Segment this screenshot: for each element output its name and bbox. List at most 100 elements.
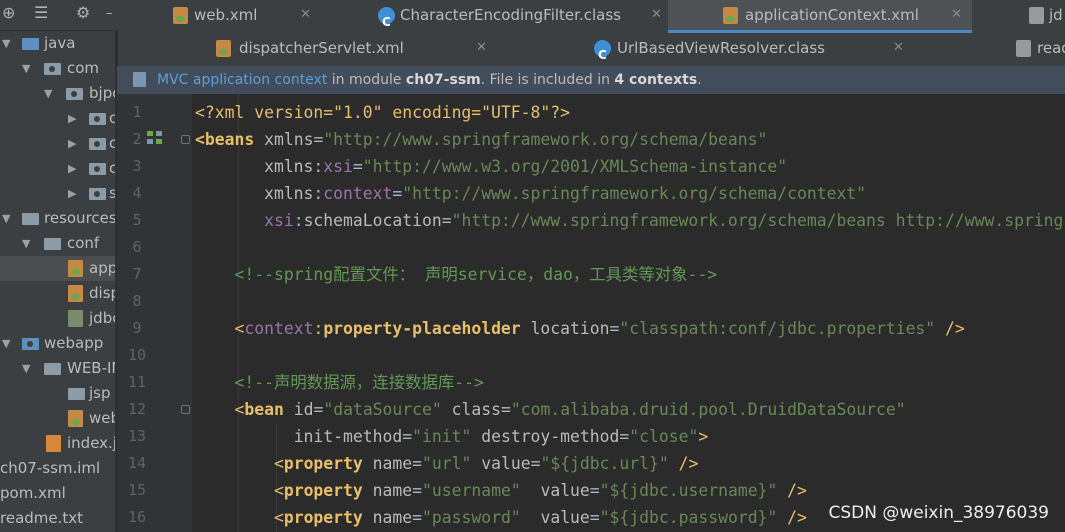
hide-icon[interactable]: – — [106, 6, 113, 21]
close-icon[interactable]: ✕ — [893, 33, 904, 63]
collapse-arrow-icon[interactable]: ▶ — [68, 106, 76, 131]
tree-label: conf — [67, 234, 100, 252]
tree-item-conf[interactable]: ▼ conf — [0, 231, 115, 256]
collapse-arrow-icon[interactable]: ▶ — [68, 131, 76, 156]
tree-label: ch07-ssm.iml — [0, 459, 101, 477]
banner-text: . File is included in — [480, 72, 615, 88]
web-folder-icon — [22, 338, 39, 350]
xml-namespace: context — [323, 184, 393, 203]
tree-item-jdbc[interactable]: jdbc — [0, 306, 115, 331]
close-icon[interactable]: ✕ — [300, 0, 311, 30]
xml-comment: <!--声明数据源，连接数据库--> — [234, 373, 484, 392]
tree-item-web[interactable]: web — [0, 406, 115, 431]
code-line-7: <!--spring配置文件： 声明service，dao，工具类等对象--> — [195, 261, 717, 288]
tree-item-package[interactable]: ▶ c — [0, 106, 115, 131]
xml-tag-end: /> — [777, 508, 807, 527]
tree-label: com — [67, 59, 100, 77]
tree-item-readme[interactable]: readme.txt — [0, 506, 115, 531]
xml-value: "http://www.w3.org/2001/XMLSchema-instan… — [362, 157, 788, 176]
xml-attr: name — [372, 481, 413, 500]
tree-item-pom[interactable]: pom.xml — [0, 481, 115, 506]
tree-item-jsp[interactable]: jsp — [0, 381, 115, 406]
line-number: 13 — [127, 427, 147, 445]
code-line-5: xsi:schemaLocation="http://www.springfra… — [264, 211, 1064, 230]
tab-characterencodingfilter[interactable]: CharacterEncodingFilter.class ✕ — [373, 0, 663, 37]
expand-arrow-icon[interactable]: ▼ — [22, 56, 30, 81]
tree-item-index[interactable]: index.js — [0, 431, 115, 456]
collapse-icon[interactable]: ☰ — [34, 3, 48, 22]
xml-attr: value — [540, 508, 590, 527]
file-icon — [1029, 7, 1044, 24]
fold-icon[interactable] — [181, 135, 190, 144]
collapse-arrow-icon[interactable]: ▶ — [68, 156, 76, 181]
expand-arrow-icon[interactable]: ▼ — [22, 356, 30, 381]
expand-arrow-icon[interactable]: ▼ — [44, 81, 52, 106]
tree-item-webapp[interactable]: ▼ webapp — [0, 331, 115, 356]
folder-icon — [44, 363, 61, 375]
line-number: 14 — [127, 454, 147, 472]
line-number: 12 — [127, 400, 147, 418]
tree-label: jsp — [89, 384, 111, 402]
package-icon — [89, 138, 106, 150]
line-number: 15 — [127, 481, 147, 499]
xml-value: "username" — [422, 481, 521, 500]
code-editor[interactable]: <?xml version="1.0" encoding="UTF-8"?> <… — [192, 94, 1065, 532]
gear-icon[interactable]: ⚙ — [76, 3, 90, 22]
properties-file-icon — [68, 310, 83, 327]
package-icon — [44, 63, 61, 75]
tree-item-app[interactable]: app — [0, 256, 115, 281]
tree-item-bjpo[interactable]: ▼ bjpo — [0, 81, 115, 106]
close-icon[interactable]: ✕ — [476, 33, 487, 63]
xml-file-icon — [173, 7, 188, 24]
tree-item-com[interactable]: ▼ com — [0, 56, 115, 81]
target-icon[interactable]: ⊕ — [2, 3, 15, 22]
tree-item-web-inf[interactable]: ▼ WEB-IN — [0, 356, 115, 381]
xml-file-icon — [68, 260, 83, 277]
spring-context-icon — [133, 72, 146, 87]
folder-icon — [44, 238, 61, 250]
tree-item-package[interactable]: ▶ c — [0, 156, 115, 181]
line-number: 5 — [132, 211, 142, 229]
close-icon[interactable]: ✕ — [651, 0, 662, 30]
fold-icon[interactable] — [181, 405, 190, 414]
tab-label: applicationContext.xml — [745, 6, 919, 24]
csdn-watermark: CSDN @weixin_38976039 — [828, 503, 1049, 523]
close-icon[interactable]: ✕ — [951, 0, 962, 30]
xml-tag-end: > — [698, 427, 709, 446]
tree-item-package[interactable]: ▶ c — [0, 131, 115, 156]
context-banner: MVC application context in module ch07-s… — [117, 66, 1065, 94]
code-line-2: <beans xmlns="http://www.springframework… — [195, 130, 768, 149]
xml-value: "http://www.springframework.org/schema/c… — [402, 184, 867, 203]
xml-value: "url" — [422, 454, 472, 473]
source-folder-icon — [22, 38, 39, 50]
expand-arrow-icon[interactable]: ▼ — [2, 31, 10, 56]
spring-bean-gutter-icon[interactable] — [147, 131, 165, 147]
tab-jd[interactable]: jd — [1023, 0, 1065, 33]
tree-item-resources[interactable]: ▼ resources — [0, 206, 115, 231]
tree-label: resources — [44, 209, 116, 227]
collapse-arrow-icon[interactable]: ▶ — [68, 181, 76, 206]
tab-readme[interactable]: read — [1016, 33, 1065, 66]
context-link[interactable]: MVC application context — [157, 72, 327, 88]
xml-attr: xmlns — [264, 184, 314, 203]
tab-dispatcherservlet[interactable]: dispatcherServlet.xml ✕ — [118, 33, 493, 66]
expand-arrow-icon[interactable]: ▼ — [2, 206, 10, 231]
line-number: 1 — [132, 103, 142, 121]
tree-item-iml[interactable]: ch07-ssm.iml — [0, 456, 115, 481]
tree-item-package[interactable]: ▶ s — [0, 181, 115, 206]
line-number: 3 — [132, 157, 142, 175]
expand-arrow-icon[interactable]: ▼ — [2, 331, 10, 356]
class-icon — [378, 7, 395, 37]
xml-file-icon — [723, 7, 738, 24]
tree-item-java[interactable]: ▼ java — [0, 31, 115, 56]
folder-icon — [68, 388, 85, 400]
tab-applicationcontext[interactable]: applicationContext.xml ✕ — [668, 0, 972, 33]
tree-item-disp[interactable]: disp — [0, 281, 115, 306]
expand-arrow-icon[interactable]: ▼ — [22, 231, 30, 256]
xml-tag: property — [283, 454, 363, 473]
tab-web-xml[interactable]: web.xml ✕ — [118, 0, 328, 33]
tab-urlbasedviewresolver[interactable]: UrlBasedViewResolver.class ✕ — [496, 33, 916, 70]
xml-tag: bean — [244, 400, 284, 419]
line-number: 10 — [127, 346, 147, 364]
tab-label: CharacterEncodingFilter.class — [400, 6, 621, 24]
